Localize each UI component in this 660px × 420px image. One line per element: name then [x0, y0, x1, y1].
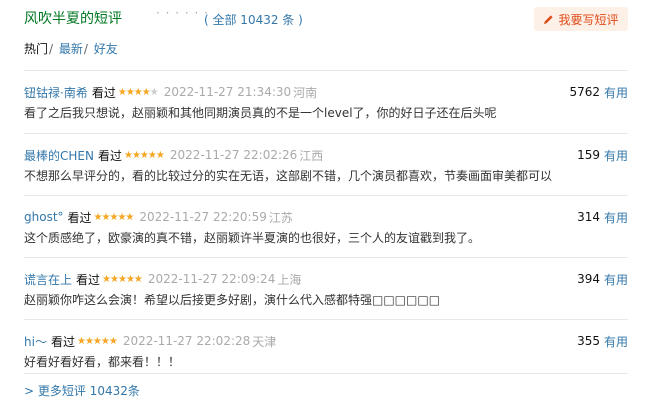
title-dots: · · · · · · — [156, 6, 209, 20]
comment-user[interactable]: hi～ — [24, 333, 47, 350]
comment-time: 2022-11-27 22:02:26 — [169, 148, 298, 162]
star-icon: ★ — [131, 149, 141, 161]
star-icon: ★ — [117, 86, 127, 98]
vote-area: 355 有用 — [577, 333, 628, 349]
star-icon: ★ — [102, 273, 111, 285]
star-icon: ★ — [84, 335, 94, 347]
vote-count: 5762 — [569, 85, 600, 99]
star-icon: ★ — [125, 273, 135, 285]
useful-button[interactable]: 有用 — [604, 333, 628, 350]
comment-location: 天津 — [252, 334, 277, 349]
section-title: 风吹半夏的短评 — [24, 11, 122, 27]
comment-text: 赵丽颖你咋这么会演！希望以后接更多好剧，演什么代入感都特强□□□□□□ — [24, 293, 441, 307]
rating-stars: ★★★★★ — [123, 149, 165, 161]
tab-latest[interactable]: 最新 — [59, 42, 83, 56]
comment-item: 谎言在上 看过 ★★★★★ 2022-11-27 22:09:24 上海 394 有用 赵丽颖… — [24, 271, 628, 321]
comment-text: 不想那么早评分的，看的比较过分的实在无语，这部剧不错，几个演员都喜欢，节奏画面审… — [24, 169, 553, 183]
comment-meta: ghost° 看过 ★★★★★ 2022-11-27 22:20:59 江苏 — [24, 209, 293, 225]
watch-status: 看过 — [97, 148, 122, 163]
rating-stars: ★★★★★ — [76, 335, 118, 347]
useful-button[interactable]: 有用 — [604, 271, 628, 288]
star-icon: ★ — [133, 273, 143, 285]
comment-time: 2022-11-27 21:34:30 — [163, 85, 292, 99]
comment-item: 最棒的CHEN 看过 ★★★★★ 2022-11-27 22:02:26 江西 159 有用… — [24, 147, 628, 197]
useful-button[interactable]: 有用 — [604, 147, 628, 164]
star-icon: ★ — [147, 149, 157, 161]
comment-divider — [24, 70, 628, 71]
comment-user[interactable]: 钮钴禄·南希 — [24, 84, 88, 101]
more-comments-link[interactable]: > 更多短评 10432条 — [24, 382, 140, 399]
useful-button[interactable]: 有用 — [604, 209, 628, 226]
comment-user[interactable]: 最棒的CHEN — [24, 147, 94, 164]
star-icon: ★ — [123, 149, 133, 161]
star-icon: ★ — [110, 273, 119, 285]
vote-count: 159 — [577, 148, 600, 162]
vote-area: 394 有用 — [577, 271, 628, 287]
pencil-icon — [544, 14, 554, 24]
comment-meta: hi～ 看过 ★★★★★ 2022-11-27 22:02:28 天津 — [24, 333, 276, 349]
watch-status: 看过 — [91, 85, 116, 100]
comment-location: 河南 — [293, 85, 318, 100]
star-icon: ★ — [92, 335, 102, 347]
comment-meta: 谎言在上 看过 ★★★★★ 2022-11-27 22:09:24 上海 — [24, 271, 301, 287]
write-review-button[interactable]: 我要写短评 — [534, 7, 628, 31]
comment-item: 钮钴禄·南希 看过 ★★★★★ 2022-11-27 21:34:30 河南 5762 有用… — [24, 84, 628, 134]
comment-time: 2022-11-27 22:20:59 — [139, 210, 267, 224]
vote-count: 314 — [577, 210, 600, 224]
vote-area: 5762 有用 — [569, 84, 628, 100]
write-review-label: 我要写短评 — [558, 12, 619, 27]
comment-text: 这个质感绝了，欧豪演的真不错，赵丽颖许半夏演的也很好，三个人的友谊戳到我了。 — [24, 231, 481, 245]
watch-status: 看过 — [67, 210, 92, 225]
sort-tabs: 热门/ 最新/ 好友 — [24, 40, 118, 57]
comment-time: 2022-11-27 22:02:28 — [122, 334, 251, 348]
comment-user[interactable]: ghost° — [24, 210, 64, 224]
comment-divider — [24, 319, 628, 320]
comment-meta: 最棒的CHEN 看过 ★★★★★ 2022-11-27 22:02:26 江西 — [24, 147, 323, 163]
star-icon: ★ — [155, 149, 165, 161]
comment-user[interactable]: 谎言在上 — [24, 271, 72, 288]
comment-divider — [24, 257, 628, 258]
comment-time: 2022-11-27 22:09:24 — [147, 272, 276, 286]
rating-stars: ★★★★★ — [93, 211, 135, 223]
star-icon: ★ — [141, 86, 151, 98]
rating-stars: ★★★★★ — [102, 273, 143, 285]
tab-friends[interactable]: 好友 — [94, 42, 118, 56]
all-comments-link[interactable]: ( 全部 10432 条 ) — [204, 11, 303, 28]
comment-meta: 钮钴禄·南希 看过 ★★★★★ 2022-11-27 21:34:30 河南 — [24, 84, 317, 100]
comment-text: 看了之后我只想说，赵丽颖和其他同期演员真的不是一个level了，你的好日子还在后… — [24, 106, 497, 120]
watch-status: 看过 — [50, 334, 75, 349]
tab-separator: / — [83, 42, 88, 56]
star-icon: ★ — [133, 86, 143, 98]
comment-text: 好看好看好看，都来看！！！ — [24, 355, 181, 369]
useful-button[interactable]: 有用 — [604, 84, 628, 101]
comment-location: 上海 — [277, 272, 302, 287]
comment-item: hi～ 看过 ★★★★★ 2022-11-27 22:02:28 天津 355 有用 好看好看… — [24, 333, 628, 383]
comment-divider — [24, 133, 628, 134]
star-icon: ★ — [139, 149, 149, 161]
rating-stars: ★★★★★ — [117, 86, 159, 98]
star-icon: ★ — [125, 86, 135, 98]
star-icon: ★ — [149, 86, 159, 98]
vote-count: 355 — [577, 334, 600, 348]
star-icon: ★ — [93, 211, 103, 223]
comment-item: ghost° 看过 ★★★★★ 2022-11-27 22:20:59 江苏 314 有用这… — [24, 209, 628, 259]
tab-hot[interactable]: 热门 — [24, 42, 48, 56]
star-icon: ★ — [100, 335, 110, 347]
comment-divider — [24, 373, 628, 374]
comment-location: 江西 — [299, 148, 324, 163]
star-icon: ★ — [76, 335, 86, 347]
comments-header: 风吹半夏的短评 · · · · · · ( 全部 10432 条 ) 我要写短评 — [24, 6, 628, 32]
star-icon: ★ — [117, 273, 127, 285]
watch-status: 看过 — [76, 272, 101, 287]
comment-divider — [24, 195, 628, 196]
comment-location: 江苏 — [268, 210, 293, 225]
vote-area: 159 有用 — [577, 147, 628, 163]
star-icon: ★ — [125, 211, 134, 223]
tab-separator: / — [49, 42, 54, 56]
vote-area: 314 有用 — [577, 209, 628, 225]
star-icon: ★ — [108, 335, 118, 347]
vote-count: 394 — [577, 272, 600, 286]
